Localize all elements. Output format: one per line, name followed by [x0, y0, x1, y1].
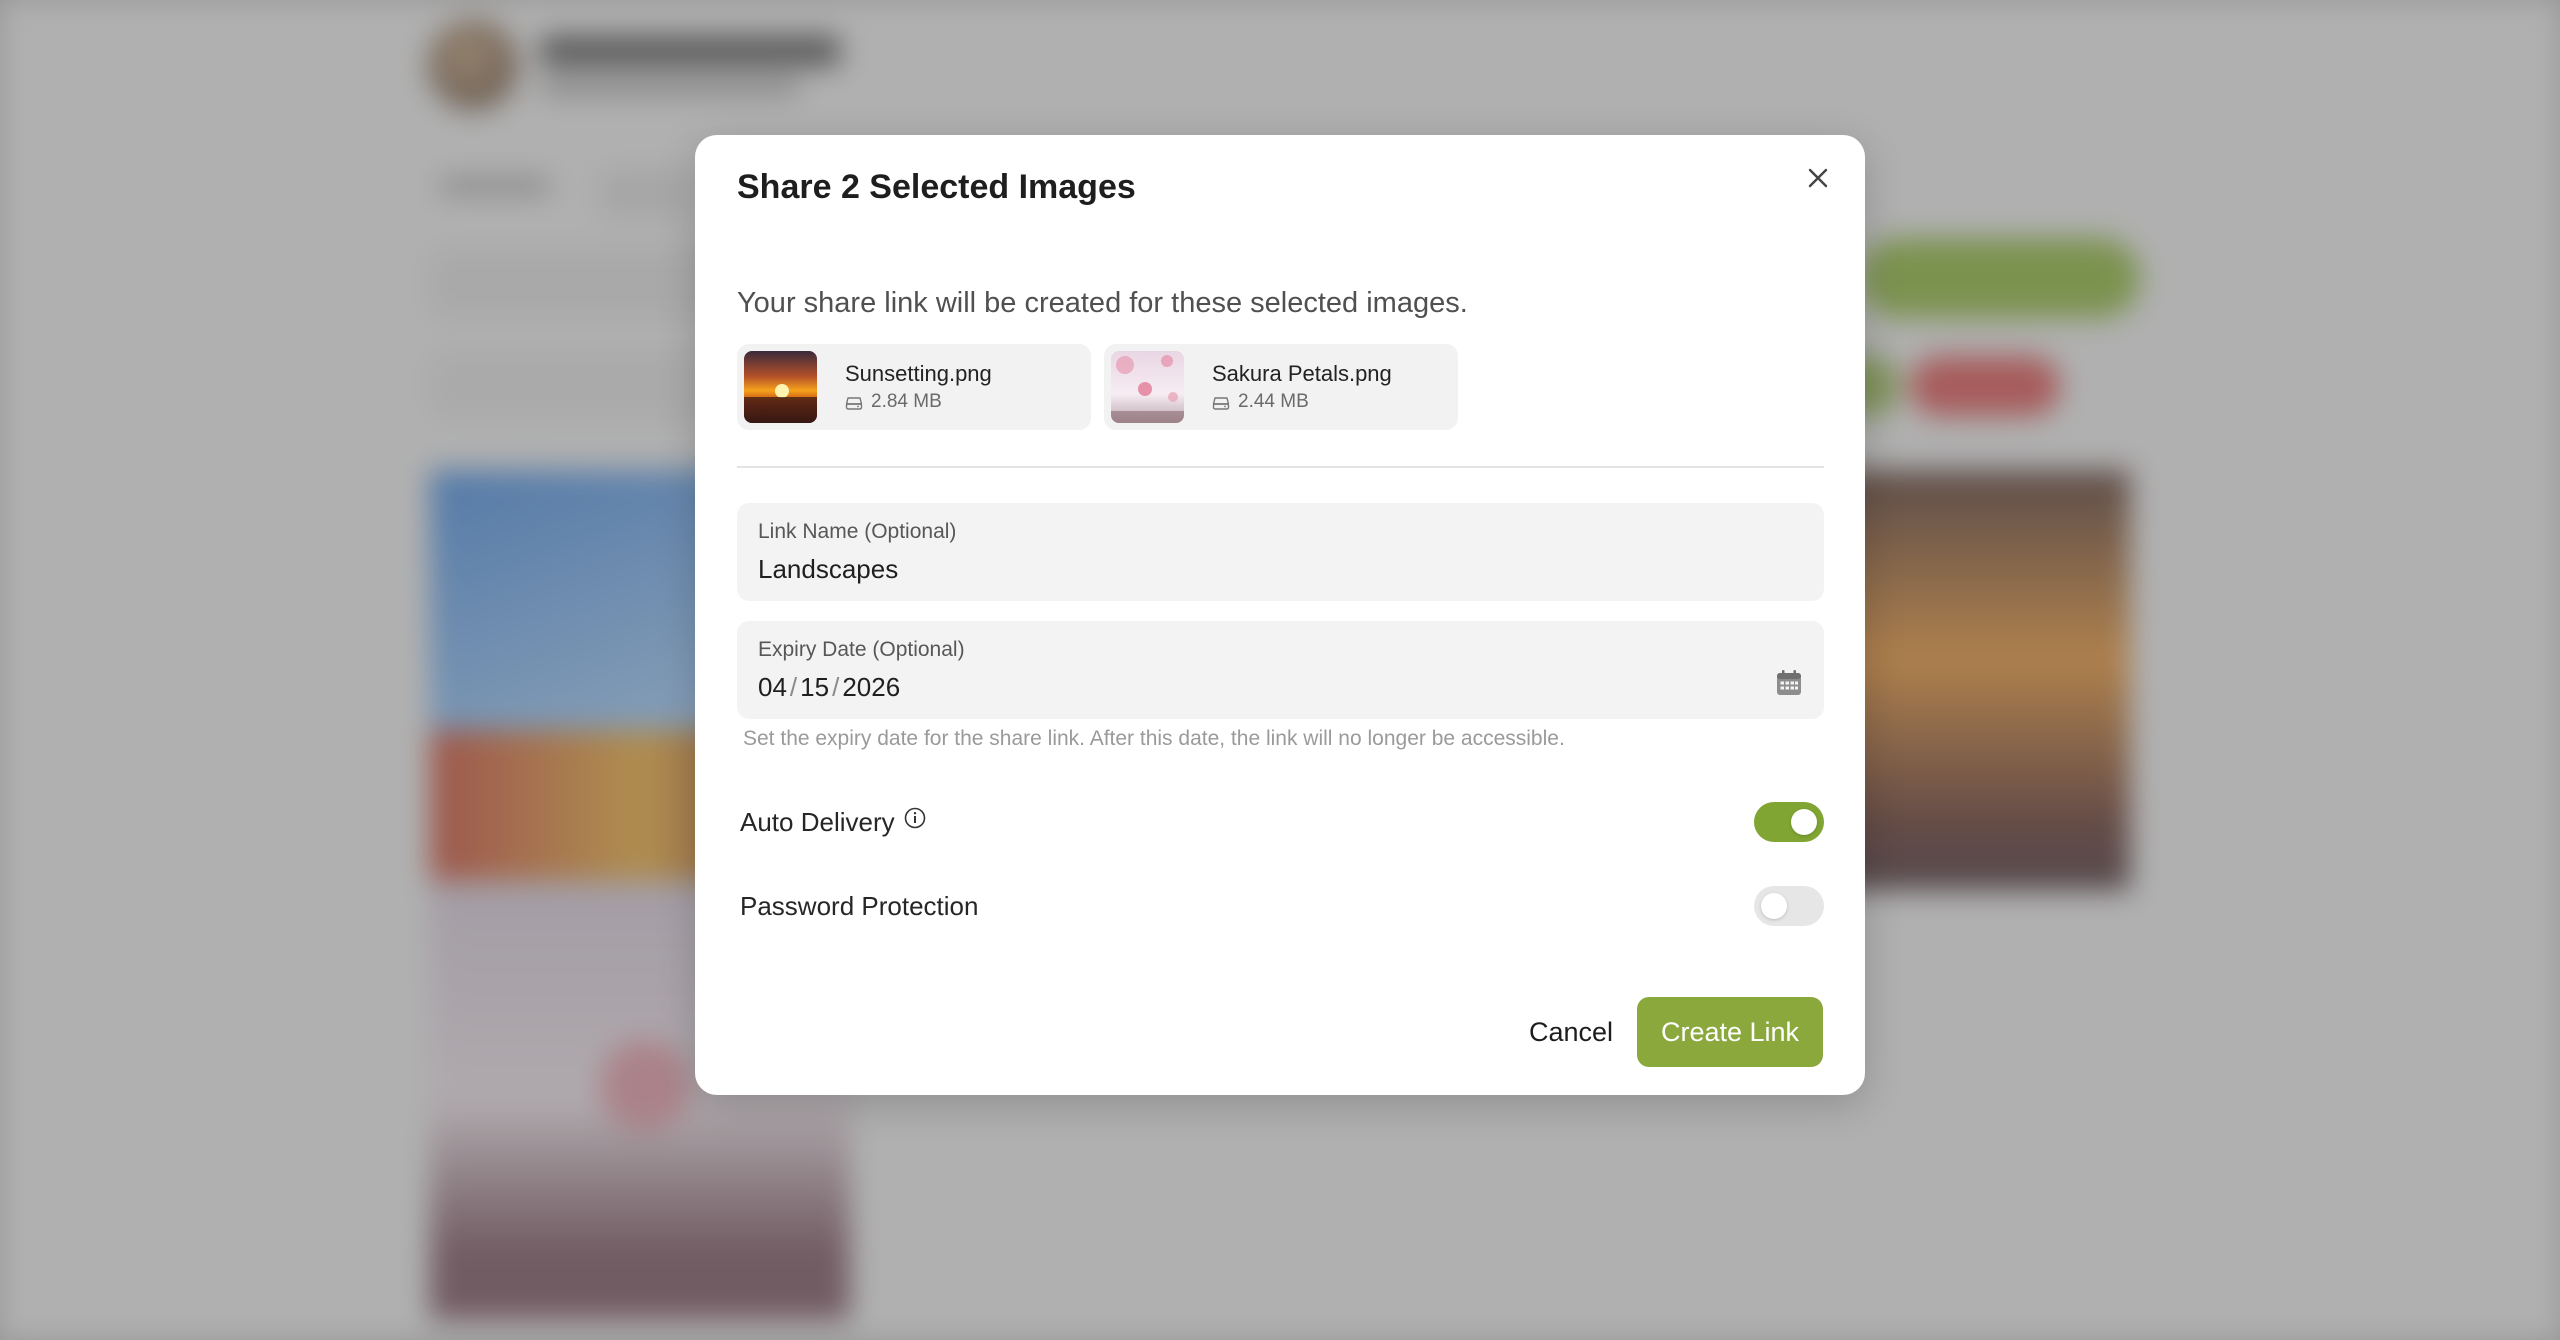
link-name-input[interactable] [758, 551, 1758, 587]
close-button[interactable] [1795, 155, 1841, 201]
share-dialog: Share 2 Selected Images Your share link … [695, 135, 1865, 1095]
file-size: 2.44 MB [1238, 391, 1309, 412]
date-month[interactable]: 04 [758, 669, 787, 705]
selected-file-card: Sakura Petals.png 2.44 MB [1104, 344, 1458, 430]
date-year[interactable]: 2026 [842, 669, 900, 705]
password-protection-toggle[interactable] [1754, 886, 1824, 926]
file-size-row: 2.84 MB [845, 390, 942, 414]
calendar-icon [1777, 670, 1801, 695]
info-icon[interactable] [903, 806, 927, 830]
selected-file-card: Sunsetting.png 2.84 MB [737, 344, 1091, 430]
auto-delivery-label: Auto Delivery [740, 807, 895, 837]
drive-icon [1212, 397, 1230, 410]
date-day[interactable]: 15 [800, 669, 829, 705]
toggle-knob [1791, 809, 1817, 835]
expiry-date-label: Expiry Date (Optional) [758, 638, 965, 661]
divider [737, 466, 1824, 468]
link-name-label: Link Name (Optional) [758, 520, 957, 543]
expiry-date-input[interactable]: 04 / 15 / 2026 [758, 669, 900, 705]
password-protection-label: Password Protection [740, 891, 979, 921]
date-separator: / [832, 672, 840, 702]
file-size-row: 2.44 MB [1212, 390, 1309, 414]
file-size: 2.84 MB [871, 391, 942, 412]
link-name-field[interactable]: Link Name (Optional) [737, 503, 1824, 601]
calendar-picker-button[interactable] [1774, 667, 1806, 699]
dialog-title: Share 2 Selected Images [737, 168, 1136, 206]
close-icon [1808, 168, 1828, 188]
expiry-date-field[interactable]: Expiry Date (Optional) 04 / 15 / 2026 [737, 621, 1824, 719]
auto-delivery-toggle[interactable] [1754, 802, 1824, 842]
toggle-knob [1761, 893, 1787, 919]
sunset-thumbnail [744, 351, 817, 423]
drive-icon [845, 397, 863, 410]
file-name: Sakura Petals.png [1212, 361, 1392, 386]
date-separator: / [789, 672, 798, 702]
password-protection-row: Password Protection [740, 884, 1824, 928]
sakura-thumbnail [1111, 351, 1184, 423]
auto-delivery-row: Auto Delivery [740, 800, 1824, 844]
cancel-button[interactable]: Cancel [1498, 997, 1644, 1067]
expiry-helper-text: Set the expiry date for the share link. … [743, 727, 1565, 750]
file-name: Sunsetting.png [845, 361, 992, 386]
dialog-intro: Your share link will be created for thes… [737, 287, 1468, 319]
create-link-button[interactable]: Create Link [1637, 997, 1823, 1067]
